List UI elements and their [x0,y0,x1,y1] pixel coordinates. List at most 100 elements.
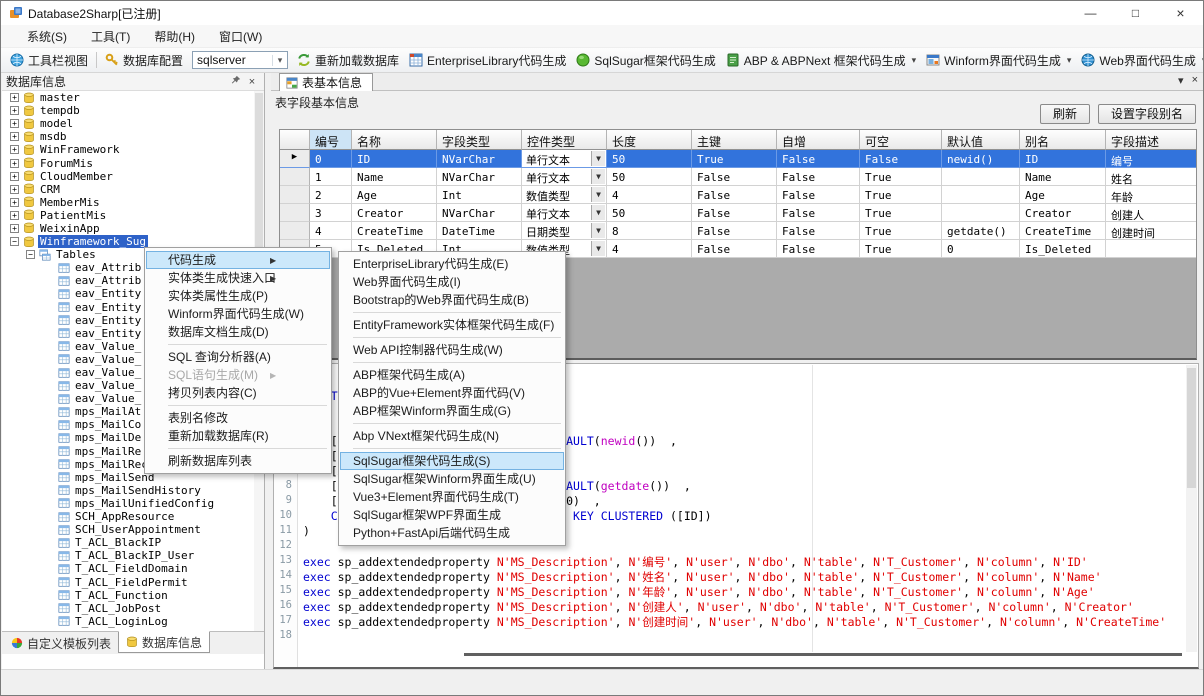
panel-close-icon[interactable]: × [1192,74,1198,87]
grid-cell-combo[interactable]: 单行文本▼ [522,168,607,186]
grid-cell[interactable]: getdate() [942,222,1020,240]
toolbar-button-EnterpriseLibrary代码生成[interactable]: EnterpriseLibrary代码生成 [404,50,571,71]
panel-close-icon[interactable]: × [244,76,260,88]
expander-icon[interactable]: + [10,106,19,115]
menu-item-EnterpriseLibrary代码生成(E)[interactable]: EnterpriseLibrary代码生成(E) [340,255,564,273]
tree-item-CRM[interactable]: +CRM [2,183,264,196]
toolbar-button-数据库配置[interactable]: 数据库配置 [100,50,188,71]
menu-item-表别名修改[interactable]: 表别名修改 [146,409,330,427]
tree-item-SCH_UserAppointment[interactable]: SCH_UserAppointment [2,523,264,536]
tree-item-SCH_AppResource[interactable]: SCH_AppResource [2,510,264,523]
menu-item-ABP的Vue+Element界面代码(V)[interactable]: ABP的Vue+Element界面代码(V) [340,384,564,402]
expander-icon[interactable]: + [10,198,19,207]
grid-cell[interactable] [942,204,1020,222]
grid-cell[interactable]: False [860,150,942,168]
expander-icon[interactable]: + [10,132,19,141]
menu-item-SQL语句生成(M)[interactable]: SQL语句生成(M)▶ [146,366,330,384]
grid-cell[interactable]: False [692,222,777,240]
row-header-cell[interactable] [280,222,310,240]
grid-cell[interactable]: DateTime [437,222,522,240]
toolbar-button-重新加载数据库[interactable]: 重新加载数据库 [292,50,404,71]
menubar-item-工具(T)[interactable]: 工具(T) [79,25,142,48]
grid-cell[interactable]: False [777,186,860,204]
close-button[interactable]: × [1158,1,1203,25]
grid-cell[interactable]: True [860,186,942,204]
table-row[interactable]: ▶0IDNVarChar单行文本▼50TrueFalseFalsenewid()… [280,150,1196,168]
menu-item-数据库文档生成(D)[interactable]: 数据库文档生成(D) [146,323,330,341]
menubar-item-系统(S)[interactable]: 系统(S) [15,25,79,48]
menu-item-重新加载数据库(R)[interactable]: 重新加载数据库(R) [146,427,330,445]
grid-cell[interactable]: True [860,168,942,186]
grid-column-header-字段描述[interactable]: 字段描述 [1106,130,1197,150]
grid-cell-combo[interactable]: 单行文本▼ [522,150,607,168]
menu-item-Bootstrap的Web界面代码生成(B)[interactable]: Bootstrap的Web界面代码生成(B) [340,291,564,309]
menu-item-Winform界面代码生成(W)[interactable]: Winform界面代码生成(W) [146,305,330,323]
editor-horizontal-scrollbar[interactable] [464,653,1182,656]
grid-cell[interactable]: True [860,240,942,258]
table-row[interactable]: 3CreatorNVarChar单行文本▼50FalseFalseTrueCre… [280,204,1196,222]
toolbar-button-ABP & ABPNext 框架代码生成[interactable]: ABP & ABPNext 框架代码生成▾ [721,50,921,71]
tree-item-model[interactable]: +model [2,117,264,130]
grid-cell[interactable]: False [777,204,860,222]
grid-column-header-默认值[interactable]: 默认值 [942,130,1020,150]
grid-cell[interactable]: 1 [310,168,352,186]
tree-item-T_ACL_LoginLog[interactable]: T_ACL_LoginLog [2,615,264,628]
grid-cell-combo[interactable]: 日期类型▼ [522,222,607,240]
menu-item-SQL 查询分析器(A)[interactable]: SQL 查询分析器(A) [146,348,330,366]
menu-item-SqlSugar框架WPF界面生成[interactable]: SqlSugar框架WPF界面生成 [340,506,564,524]
grid-cell[interactable]: 0 [942,240,1020,258]
grid-column-header-编号[interactable]: 编号 [310,130,352,150]
grid-cell[interactable]: Name [352,168,437,186]
grid-cell[interactable]: ID [352,150,437,168]
table-row[interactable]: 1NameNVarChar单行文本▼50FalseFalseTrueName姓名 [280,168,1196,186]
grid-cell[interactable]: NVarChar [437,150,522,168]
panel-dropdown-icon[interactable]: ▾ [1178,74,1184,87]
grid-cell[interactable] [942,186,1020,204]
grid-column-header-可空[interactable]: 可空 [860,130,942,150]
grid-cell[interactable]: 3 [310,204,352,222]
grid-cell[interactable]: False [692,186,777,204]
tree-item-tempdb[interactable]: +tempdb [2,104,264,117]
grid-cell[interactable]: 50 [607,168,692,186]
grid-cell[interactable]: 姓名 [1106,168,1197,186]
grid-cell[interactable] [942,168,1020,186]
expander-icon[interactable]: + [10,93,19,102]
grid-cell[interactable]: NVarChar [437,168,522,186]
grid-column-header-字段类型[interactable]: 字段类型 [437,130,522,150]
grid-cell[interactable]: Creator [1020,204,1106,222]
refresh-button[interactable]: 刷新 [1040,104,1090,124]
grid-cell[interactable]: 8 [607,222,692,240]
database-type-combo[interactable]: sqlserver▾ [192,51,288,69]
grid-cell-combo[interactable]: 单行文本▼ [522,204,607,222]
minimize-button[interactable]: — [1068,1,1113,25]
tree-item-T_ACL_Function[interactable]: T_ACL_Function [2,589,264,602]
grid-cell[interactable]: CreateTime [1020,222,1106,240]
grid-cell[interactable]: newid() [942,150,1020,168]
row-header-cell[interactable] [280,204,310,222]
grid-cell[interactable]: True [860,222,942,240]
grid-cell[interactable] [1106,240,1197,258]
grid-cell[interactable]: Creator [352,204,437,222]
expander-icon[interactable]: + [10,224,19,233]
expander-icon[interactable]: + [10,159,19,168]
grid-cell[interactable]: CreateTime [352,222,437,240]
expander-icon[interactable]: + [10,211,19,220]
menubar-item-帮助(H)[interactable]: 帮助(H) [142,25,207,48]
menu-item-Abp VNext框架代码生成(N)[interactable]: Abp VNext框架代码生成(N) [340,427,564,445]
toolbar-button-Winform界面代码生成[interactable]: Winform界面代码生成▾ [921,50,1076,71]
menu-item-EntityFramework实体框架代码生成(F)[interactable]: EntityFramework实体框架代码生成(F) [340,316,564,334]
menu-item-ABP框架代码生成(A)[interactable]: ABP框架代码生成(A) [340,366,564,384]
grid-cell[interactable]: False [777,222,860,240]
tree-item-T_ACL_FieldPermit[interactable]: T_ACL_FieldPermit [2,575,264,588]
expander-icon[interactable]: + [10,145,19,154]
grid-cell[interactable]: 年龄 [1106,186,1197,204]
tree-item-WeixinApp[interactable]: +WeixinApp [2,222,264,235]
grid-column-header-名称[interactable]: 名称 [352,130,437,150]
menu-item-拷贝列表内容(C)[interactable]: 拷贝列表内容(C) [146,384,330,402]
menu-item-代码生成[interactable]: 代码生成▶ [146,251,330,269]
menu-item-实体类生成快速入口[interactable]: 实体类生成快速入口▶ [146,269,330,287]
toolbar-button-工具栏视图[interactable]: 工具栏视图 [5,50,93,71]
table-row[interactable]: 2AgeInt数值类型▼4FalseFalseTrueAge年龄 [280,186,1196,204]
grid-cell[interactable]: Age [1020,186,1106,204]
row-header-cell[interactable]: ▶ [280,150,310,168]
